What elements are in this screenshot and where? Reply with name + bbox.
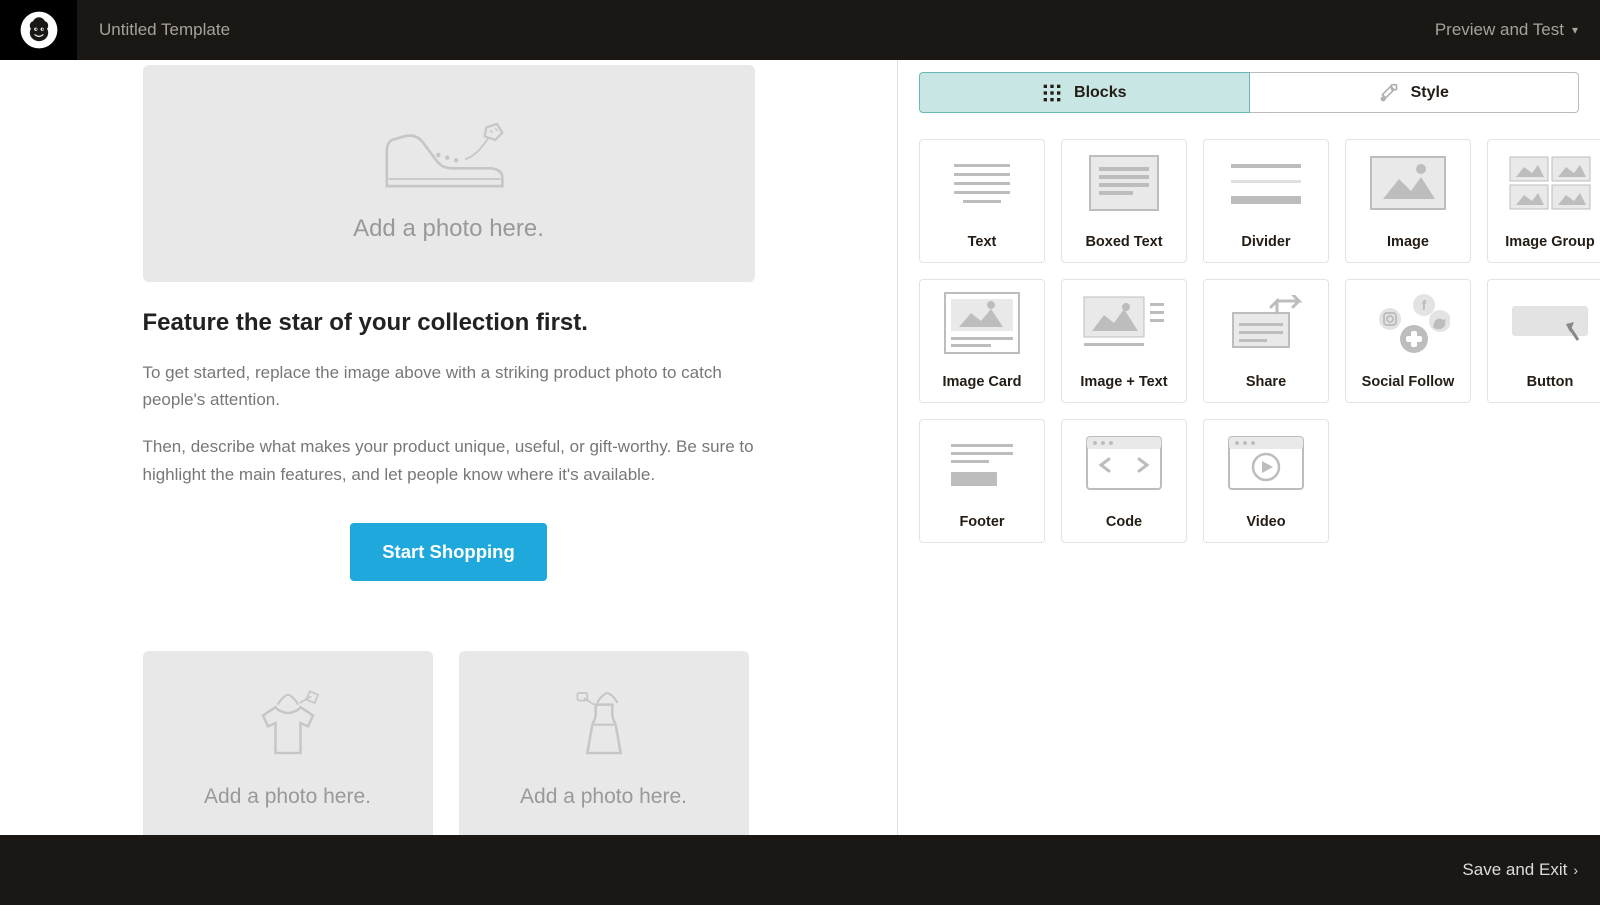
block-label: Image	[1387, 226, 1429, 262]
secondary-image-placeholder-1[interactable]: Add a photo here.	[143, 651, 433, 835]
block-divider[interactable]: Divider	[1203, 139, 1329, 263]
secondary-image-placeholder-2[interactable]: Add a photo here.	[459, 651, 749, 835]
block-button[interactable]: Button	[1487, 279, 1600, 403]
block-code[interactable]: Code	[1061, 419, 1187, 543]
grid-icon	[1042, 83, 1062, 103]
tab-blocks[interactable]: Blocks	[919, 72, 1250, 113]
block-image[interactable]: Image	[1345, 139, 1471, 263]
tab-style-label: Style	[1411, 84, 1449, 102]
share-icon	[1204, 280, 1328, 366]
shoe-placeholder-icon	[369, 105, 529, 205]
mailchimp-icon	[19, 10, 59, 50]
image-group-icon	[1488, 140, 1600, 226]
block-label: Video	[1246, 506, 1285, 542]
body-paragraph-1[interactable]: To get started, replace the image above …	[143, 359, 755, 413]
block-label: Social Follow	[1362, 366, 1455, 402]
block-label: Image Group	[1505, 226, 1594, 262]
block-label: Image Card	[943, 366, 1022, 402]
block-social-follow[interactable]: f Social Follow	[1345, 279, 1471, 403]
chevron-right-icon: ›	[1573, 862, 1578, 878]
chevron-down-icon: ▾	[1572, 23, 1578, 37]
cta-button[interactable]: Start Shopping	[350, 523, 547, 581]
preview-test-dropdown[interactable]: Preview and Test ▾	[1435, 20, 1578, 40]
video-icon	[1204, 420, 1328, 506]
block-label: Share	[1246, 366, 1286, 402]
side-panel: Blocks Style Text Boxed Text Divider Image I…	[897, 60, 1600, 835]
image-text-icon	[1062, 280, 1186, 366]
headline-text[interactable]: Feature the star of your collection firs…	[143, 309, 755, 337]
hero-placeholder-label: Add a photo here.	[353, 215, 544, 243]
tshirt-placeholder-icon	[238, 683, 338, 773]
brand-logo[interactable]	[0, 0, 77, 60]
block-label: Footer	[959, 506, 1004, 542]
button-icon	[1488, 280, 1600, 366]
email-canvas[interactable]: Add a photo here. Feature the star of yo…	[0, 60, 897, 835]
secondary-placeholder-label-1: Add a photo here.	[204, 785, 371, 809]
text-icon	[920, 140, 1044, 226]
svg-text:f: f	[1422, 297, 1427, 313]
divider-icon	[1204, 140, 1328, 226]
block-label: Button	[1527, 366, 1574, 402]
block-label: Image + Text	[1080, 366, 1167, 402]
image-icon	[1346, 140, 1470, 226]
tab-style[interactable]: Style	[1250, 72, 1580, 113]
boxed-text-icon	[1062, 140, 1186, 226]
social-follow-icon: f	[1346, 280, 1470, 366]
save-and-exit-label: Save and Exit	[1462, 860, 1567, 880]
dress-placeholder-icon	[554, 683, 654, 773]
block-label: Code	[1106, 506, 1142, 542]
block-share[interactable]: Share	[1203, 279, 1329, 403]
palette-icon	[1379, 83, 1399, 103]
block-boxed-text[interactable]: Boxed Text	[1061, 139, 1187, 263]
footer-icon	[920, 420, 1044, 506]
block-text[interactable]: Text	[919, 139, 1045, 263]
preview-test-label: Preview and Test	[1435, 20, 1564, 40]
bottom-bar: Save and Exit ›	[0, 835, 1600, 905]
block-footer[interactable]: Footer	[919, 419, 1045, 543]
tab-blocks-label: Blocks	[1074, 84, 1126, 102]
hero-image-placeholder[interactable]: Add a photo here.	[143, 65, 755, 282]
block-label: Text	[968, 226, 997, 262]
body-paragraph-2[interactable]: Then, describe what makes your product u…	[143, 433, 755, 487]
block-image-group[interactable]: Image Group	[1487, 139, 1600, 263]
block-image-card[interactable]: Image Card	[919, 279, 1045, 403]
save-and-exit-button[interactable]: Save and Exit ›	[1462, 860, 1578, 880]
secondary-placeholder-label-2: Add a photo here.	[520, 785, 687, 809]
template-name[interactable]: Untitled Template	[99, 20, 230, 40]
image-card-icon	[920, 280, 1044, 366]
block-image-text[interactable]: Image + Text	[1061, 279, 1187, 403]
block-label: Divider	[1241, 226, 1290, 262]
code-icon	[1062, 420, 1186, 506]
block-label: Boxed Text	[1085, 226, 1162, 262]
top-bar: Untitled Template Preview and Test ▾	[0, 0, 1600, 60]
block-video[interactable]: Video	[1203, 419, 1329, 543]
